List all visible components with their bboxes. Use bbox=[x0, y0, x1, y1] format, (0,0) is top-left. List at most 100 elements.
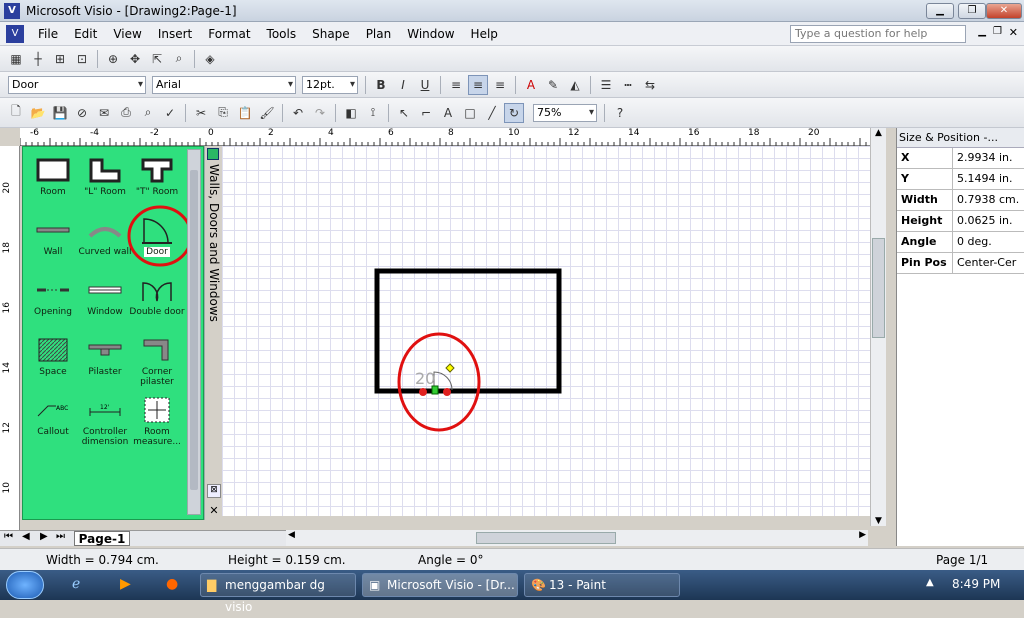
menu-window[interactable]: Window bbox=[399, 22, 462, 46]
menu-insert[interactable]: Insert bbox=[150, 22, 200, 46]
stencil-shape-corner-pilaster[interactable]: Corner pilaster bbox=[127, 335, 187, 387]
next-page-icon[interactable]: ▶ bbox=[40, 531, 48, 542]
line-color-icon[interactable]: ✎ bbox=[543, 75, 563, 95]
print-icon[interactable]: ⎙ bbox=[116, 103, 136, 123]
scroll-down-icon[interactable]: ▼ bbox=[871, 516, 886, 526]
prop-y-value[interactable]: 5.1494 in. bbox=[953, 169, 1024, 189]
firefox-icon[interactable]: ● bbox=[166, 576, 178, 592]
restore-button[interactable]: ❐ bbox=[958, 3, 986, 19]
minimize-button[interactable]: ▁ bbox=[926, 3, 954, 19]
size-position-title[interactable]: Size & Position -... bbox=[897, 128, 1024, 148]
stencil-shape-pilaster[interactable]: Pilaster bbox=[75, 335, 135, 377]
italic-button[interactable]: I bbox=[393, 75, 413, 95]
clock[interactable]: 8:49 PM bbox=[952, 577, 1000, 591]
stencil-shape-wall[interactable]: Wall bbox=[23, 215, 83, 257]
doc-close-button[interactable]: ✕ bbox=[1009, 26, 1018, 39]
tray-expand-icon[interactable]: ▲ bbox=[926, 577, 934, 588]
stencil-shape-room[interactable]: Room bbox=[23, 155, 83, 197]
stencil-options-icon[interactable]: ⊠ bbox=[207, 484, 221, 498]
prop-angle-value[interactable]: 0 deg. bbox=[953, 232, 1024, 252]
stencil-close-icon[interactable]: ✕ bbox=[207, 504, 221, 518]
line-pattern-icon[interactable]: ┅ bbox=[618, 75, 638, 95]
vertical-ruler[interactable]: 20 18 16 14 12 10 bbox=[0, 146, 20, 530]
help-search-input[interactable]: Type a question for help bbox=[790, 25, 966, 43]
save-icon[interactable]: 💾 bbox=[50, 103, 70, 123]
permission-icon[interactable]: ⊘ bbox=[72, 103, 92, 123]
stencil-scrollbar[interactable] bbox=[187, 149, 201, 515]
paste-icon[interactable]: 📋 bbox=[235, 103, 255, 123]
menu-help[interactable]: Help bbox=[463, 22, 506, 46]
stencil-shape-t-room[interactable]: "T" Room bbox=[127, 155, 187, 197]
menu-plan[interactable]: Plan bbox=[358, 22, 400, 46]
zoom-icon[interactable]: ⊕ bbox=[103, 49, 123, 69]
style-combo[interactable]: Door bbox=[8, 75, 146, 94]
last-page-icon[interactable]: ⏭ bbox=[56, 531, 65, 542]
drawing-canvas[interactable]: 20 bbox=[222, 146, 870, 516]
stencil-shape-l-room[interactable]: "L" Room bbox=[75, 155, 135, 197]
align-left-icon[interactable]: ≡ bbox=[446, 75, 466, 95]
door-rotate-handle[interactable] bbox=[445, 363, 455, 373]
font-size-combo[interactable]: 12pt. bbox=[302, 75, 358, 94]
new-icon[interactable]: 🗋 bbox=[6, 103, 26, 123]
page-tab[interactable]: Page-1 bbox=[74, 531, 130, 546]
door-endpoint-right[interactable] bbox=[443, 388, 451, 396]
first-page-icon[interactable]: ⏮ bbox=[4, 531, 13, 542]
format-painter-icon[interactable]: 🖌 bbox=[257, 103, 277, 123]
undo-icon[interactable]: ↶ bbox=[288, 103, 308, 123]
menu-view[interactable]: View bbox=[105, 22, 149, 46]
media-player-icon[interactable]: ▶ bbox=[120, 576, 131, 592]
task-visio[interactable]: Microsoft Visio - [Dr... ▣ bbox=[362, 573, 518, 597]
align-right-icon[interactable]: ≡ bbox=[490, 75, 510, 95]
task-paint[interactable]: 13 - Paint 🎨 bbox=[524, 573, 680, 597]
connection-points-icon[interactable]: ⊡ bbox=[72, 49, 92, 69]
help-icon[interactable]: ? bbox=[610, 103, 630, 123]
stencil-shape-callout[interactable]: ABC Callout bbox=[23, 395, 83, 437]
redo-icon[interactable]: ↷ bbox=[310, 103, 330, 123]
door-endpoint-left[interactable] bbox=[419, 388, 427, 396]
menu-shape[interactable]: Shape bbox=[304, 22, 358, 46]
prop-width-value[interactable]: 0.7938 cm. bbox=[953, 190, 1024, 210]
print-preview-icon[interactable]: ⌕ bbox=[138, 103, 158, 123]
grid-icon[interactable]: ▦ bbox=[6, 49, 26, 69]
menu-file[interactable]: File bbox=[30, 22, 66, 46]
stencil-shape-controller-dimension[interactable]: 12' Controller dimension bbox=[75, 395, 135, 447]
prop-height-value[interactable]: 0.0625 in. bbox=[953, 211, 1024, 231]
underline-button[interactable]: U bbox=[415, 75, 435, 95]
pointer-tool-icon[interactable]: ↖ bbox=[394, 103, 414, 123]
guides-icon[interactable]: ┼ bbox=[28, 49, 48, 69]
room-shape[interactable] bbox=[374, 268, 562, 394]
connector-icon[interactable]: ⌐ bbox=[416, 103, 436, 123]
font-combo[interactable]: Arial bbox=[152, 75, 296, 94]
rectangle-tool-icon[interactable]: □ bbox=[460, 103, 480, 123]
task-explorer-folder[interactable]: menggambar dg visio ▇ bbox=[200, 573, 356, 614]
spelling-icon[interactable]: ✓ bbox=[160, 103, 180, 123]
connector-tool-icon[interactable]: ⟟ bbox=[363, 103, 383, 123]
pointer-move-icon[interactable]: ⇱ bbox=[147, 49, 167, 69]
line-weight-icon[interactable]: ☰ bbox=[596, 75, 616, 95]
layers-icon[interactable]: ◈ bbox=[200, 49, 220, 69]
pan-icon[interactable]: ✥ bbox=[125, 49, 145, 69]
scroll-up-icon[interactable]: ▲ bbox=[871, 128, 886, 138]
font-color-icon[interactable]: A bbox=[521, 75, 541, 95]
doc-restore-button[interactable]: ❐ bbox=[993, 26, 1002, 37]
email-icon[interactable]: ✉ bbox=[94, 103, 114, 123]
prop-pin-pos-value[interactable]: Center-Cer bbox=[953, 253, 1024, 273]
vertical-scrollbar[interactable]: ▲ ▼ bbox=[870, 128, 886, 526]
cut-icon[interactable]: ✂ bbox=[191, 103, 211, 123]
stencil-shape-window[interactable]: Window bbox=[75, 275, 135, 317]
stencil-shape-double-door[interactable]: Double door bbox=[127, 275, 187, 317]
menu-tools[interactable]: Tools bbox=[259, 22, 305, 46]
close-button[interactable]: ✕ bbox=[986, 3, 1022, 19]
rotation-tool-icon[interactable]: ↻ bbox=[504, 102, 524, 123]
scroll-right-icon[interactable]: ▶ bbox=[859, 530, 866, 540]
pan-zoom-icon[interactable]: ⌕ bbox=[169, 49, 189, 69]
align-center-icon[interactable]: ≡ bbox=[468, 74, 488, 95]
horizontal-ruler[interactable]: -6 -4 -2 0 2 4 6 8 10 12 14 16 18 20 bbox=[20, 128, 878, 146]
shapes-icon[interactable]: ◧ bbox=[341, 103, 361, 123]
stencil-shape-room-measurement[interactable]: Room measure... bbox=[127, 395, 187, 447]
snap-icon[interactable]: ⊞ bbox=[50, 49, 70, 69]
ie-icon[interactable]: ℯ bbox=[72, 576, 80, 592]
start-button[interactable] bbox=[6, 571, 44, 599]
prev-page-icon[interactable]: ◀ bbox=[22, 531, 30, 542]
copy-icon[interactable]: ⎘ bbox=[213, 103, 233, 123]
